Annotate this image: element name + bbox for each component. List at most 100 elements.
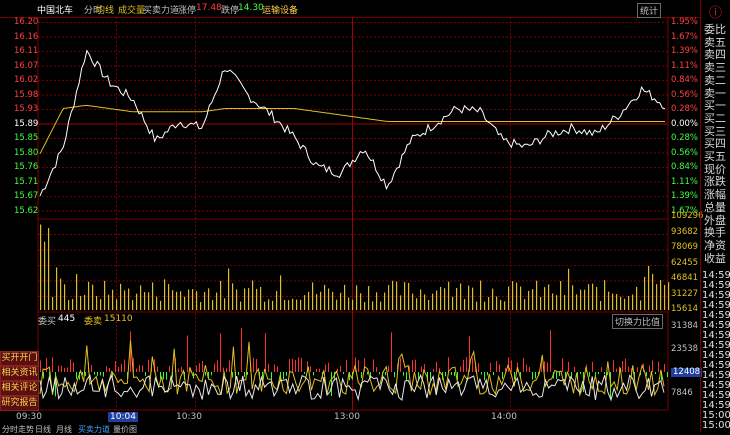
power-bar	[313, 372, 314, 376]
volume-bar	[264, 301, 266, 310]
volume-bar	[420, 289, 422, 310]
limit-down-label: 跌停	[221, 6, 240, 16]
power-bar	[394, 372, 395, 378]
power-bar	[400, 358, 401, 372]
power-bar	[76, 372, 77, 380]
power-bar	[532, 372, 533, 380]
power-bar	[181, 366, 182, 372]
volume-bar	[412, 293, 414, 310]
power-bar	[412, 360, 413, 372]
tab-monthly[interactable]: 月线	[56, 424, 72, 435]
volume-bar	[356, 285, 358, 310]
power-legend: 买卖力道	[143, 6, 180, 16]
pct-tick-label: 0.28%	[671, 133, 699, 143]
power-bar	[625, 358, 626, 372]
power-bar	[616, 368, 617, 372]
power-bar	[316, 368, 317, 372]
power-bar	[220, 333, 221, 372]
limit-down-value: 14.30	[238, 3, 264, 13]
volume-bar	[312, 282, 314, 310]
volume-bar	[556, 295, 558, 310]
power-bar	[160, 372, 161, 379]
power-bar	[535, 372, 536, 379]
volume-bar	[560, 281, 562, 310]
power-bar	[559, 372, 560, 376]
side-button-open[interactable]: 买开开门	[0, 351, 39, 366]
volume-bar	[612, 293, 614, 310]
volume-bar	[340, 292, 342, 310]
price-tick-label: 15.85	[14, 133, 39, 143]
power-bar	[277, 366, 278, 372]
quote-field-label: 买四	[704, 137, 726, 151]
volume-bar	[344, 284, 346, 310]
industry-label[interactable]: 运输设备	[262, 3, 298, 16]
volume-bar	[148, 292, 150, 310]
volume-bar	[184, 296, 186, 310]
power-bar	[361, 372, 362, 378]
time-cursor[interactable]: 10:04	[108, 412, 138, 422]
volume-bar	[108, 294, 110, 310]
price-tick-label: 15.71	[14, 176, 39, 187]
quote-field-label: 买五	[704, 150, 726, 163]
volume-bar	[636, 286, 638, 310]
volume-bar	[544, 287, 546, 310]
power-bar	[388, 365, 389, 372]
volume-bar	[244, 288, 246, 310]
stats-button[interactable]: 统计	[637, 3, 662, 18]
power-bar	[91, 364, 92, 372]
volume-bar	[644, 276, 646, 310]
price-tick-label: 16.07	[14, 60, 39, 71]
tab-volume-price[interactable]: 量价图	[113, 424, 137, 435]
power-bar	[205, 372, 206, 376]
volume-bar	[360, 293, 362, 310]
power-bar	[289, 359, 290, 372]
volume-bar	[668, 282, 670, 310]
volume-bar	[388, 285, 390, 310]
volume-bar	[76, 274, 78, 310]
power-bar	[481, 372, 482, 375]
volume-bar	[252, 280, 254, 310]
volume-bar	[652, 273, 654, 310]
power-bar	[601, 367, 602, 372]
indicator-switch-button[interactable]: 切换力比值	[612, 314, 664, 329]
side-button-comments[interactable]: 相关评论	[0, 381, 39, 396]
time-start: 09:30	[16, 412, 42, 422]
volume-tick-label: 78069	[671, 242, 699, 252]
volume-bar	[232, 283, 234, 310]
quote-field-label: 委比	[704, 23, 726, 36]
power-bar	[40, 360, 41, 372]
time-1300: 13:00	[334, 412, 360, 422]
tab-power[interactable]: 买卖力道	[78, 424, 110, 435]
power-bar	[379, 372, 380, 375]
price-tick-label: 16.11	[14, 46, 39, 56]
volume-bar	[348, 297, 350, 310]
time-1400: 14:00	[491, 412, 517, 422]
info-icon[interactable]: ⓘ	[701, 2, 730, 21]
power-bar	[502, 372, 503, 379]
volume-bar	[272, 300, 274, 310]
power-bar	[376, 367, 377, 372]
pct-tick-label: 0.56%	[671, 147, 699, 158]
volume-bar	[548, 284, 550, 310]
power-bar	[496, 361, 497, 372]
power-bar	[283, 372, 284, 380]
volume-bar	[156, 296, 158, 310]
tab-daily[interactable]: 日线	[35, 424, 51, 435]
power-bar	[52, 357, 53, 372]
power-bar	[67, 367, 68, 372]
volume-bar	[44, 241, 46, 310]
volume-bar	[64, 284, 66, 310]
power-bar	[199, 363, 200, 372]
volume-tick-label: 62455	[671, 257, 699, 268]
chart-grid	[37, 17, 669, 411]
power-bar	[109, 368, 110, 372]
volume-bar	[580, 289, 582, 310]
quote-field-label: 卖一	[704, 86, 726, 100]
side-button-news[interactable]: 相关资讯	[0, 366, 39, 381]
volume-bar	[40, 224, 42, 310]
volume-bar	[276, 291, 278, 310]
power-bar	[499, 364, 500, 372]
price-tick-label: 16.16	[14, 31, 39, 42]
side-button-reports[interactable]: 研究报告	[0, 396, 39, 411]
tab-intraday[interactable]: 分时走势	[2, 424, 34, 435]
